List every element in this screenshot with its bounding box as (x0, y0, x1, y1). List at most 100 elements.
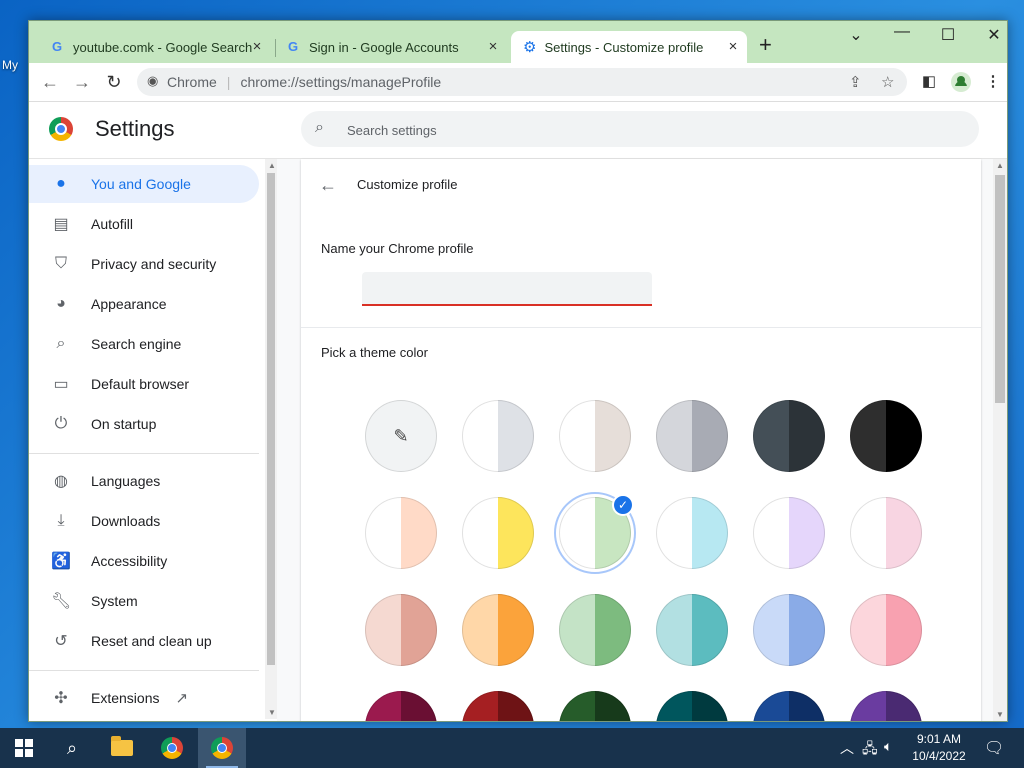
tab-settings[interactable]: ⚙ Settings - Customize profile × (511, 31, 747, 63)
maximize-button[interactable]: ☐ (933, 25, 963, 45)
search-icon[interactable]: ⌕ (48, 728, 96, 768)
globe-icon: ◍ (54, 473, 68, 490)
sidebar-item-accessibility[interactable]: ♿ Accessibility (29, 542, 259, 580)
clock-time: 9:01 AM (916, 732, 962, 746)
theme-swatch-green[interactable] (559, 594, 631, 666)
search-settings-input[interactable] (345, 111, 949, 149)
theme-swatch-black[interactable] (850, 400, 922, 472)
back-arrow-icon[interactable]: ← (319, 175, 337, 196)
sidebar-item-autofill[interactable]: ▤ Autofill (29, 205, 259, 243)
browser-toolbar: ← → ↻ ◉ Chrome | chrome://settings/manag… (29, 63, 1007, 102)
sidebar-item-privacy[interactable]: ⛉ Privacy and security (29, 245, 259, 283)
sidebar-scroll-thumb[interactable] (267, 173, 275, 665)
person-icon: ● (56, 175, 66, 192)
theme-swatch-orange[interactable] (462, 594, 534, 666)
sidebar-item-system[interactable]: 🔧︎ System (29, 582, 259, 620)
theme-swatch-navy[interactable] (753, 691, 825, 721)
file-explorer-icon[interactable] (98, 728, 146, 768)
theme-swatch-pink[interactable] (850, 594, 922, 666)
new-tab-button[interactable]: + (759, 34, 772, 56)
theme-swatch-slate[interactable] (753, 400, 825, 472)
checkmark-icon: ✓ (612, 494, 634, 516)
sidebar-item-search-engine[interactable]: ⌕ Search engine (29, 325, 259, 363)
sidebar-scrollbar[interactable]: ▲ ▼ (265, 159, 277, 719)
tab-title: Settings - Customize profile (544, 39, 704, 55)
tab-strip: G youtube.comk - Google Search × G Sign … (29, 21, 1007, 63)
sidebar-item-languages[interactable]: ◍ Languages (29, 462, 259, 500)
google-g-icon: G (287, 39, 299, 54)
theme-swatch-beige[interactable] (559, 400, 631, 472)
sidebar-item-extensions[interactable]: ✣ Extensions ↗ (29, 679, 259, 717)
sidebar-item-appearance[interactable]: ◕ Appearance (29, 285, 259, 323)
theme-swatch-dark-green[interactable] (559, 691, 631, 721)
bookmark-star-icon[interactable]: ☆ (881, 73, 894, 91)
minimize-button[interactable]: — (887, 23, 917, 41)
more-menu-icon[interactable]: ⋮ (983, 72, 1003, 92)
theme-swatch-light-pink[interactable] (850, 497, 922, 569)
profile-name-input[interactable] (362, 272, 652, 306)
scroll-up-arrow-icon[interactable]: ▲ (268, 161, 276, 170)
theme-swatch-blue[interactable] (753, 594, 825, 666)
url-text[interactable]: chrome://settings/manageProfile (240, 74, 441, 90)
settings-header: Settings ⌕ (29, 102, 1007, 159)
main-scroll-thumb[interactable] (995, 175, 1005, 403)
theme-swatch-magenta[interactable] (365, 691, 437, 721)
share-icon[interactable]: ⇪ (849, 73, 862, 91)
volume-icon[interactable]: 🔈︎ (884, 738, 892, 755)
theme-swatch-red[interactable] (462, 691, 534, 721)
back-button[interactable]: ← (39, 71, 61, 93)
side-panel-icon[interactable]: ◧ (919, 72, 939, 92)
tab-close-button[interactable]: × (485, 39, 501, 55)
sidebar-item-default-browser[interactable]: ▭ Default browser (29, 365, 259, 403)
sidebar-item-on-startup[interactable]: ⏻ On startup (29, 405, 259, 443)
desktop-icon-label[interactable]: My (2, 58, 18, 72)
main-scrollbar[interactable]: ▲ ▼ (993, 159, 1007, 721)
chevron-up-icon[interactable]: ︿ (840, 738, 854, 758)
search-icon: ⌕ (315, 119, 324, 136)
scroll-down-arrow-icon[interactable]: ▼ (268, 708, 276, 717)
theme-swatch-dark-teal[interactable] (656, 691, 728, 721)
settings-search[interactable]: ⌕ (301, 111, 979, 149)
notification-icon[interactable]: 🗨︎ (984, 738, 1004, 758)
chrome-taskbar-icon-active[interactable] (198, 728, 246, 768)
sidebar-item-label: On startup (91, 416, 157, 432)
customize-profile-card: ← Customize profile Name your Chrome pro… (301, 159, 981, 721)
theme-swatch-peach[interactable] (365, 497, 437, 569)
theme-swatch-custom-color-picker[interactable]: ✎ (365, 400, 437, 472)
theme-swatch-lavender[interactable] (753, 497, 825, 569)
tab-title: youtube.comk - Google Search (73, 39, 253, 55)
windows-start-icon[interactable] (0, 728, 48, 768)
chrome-taskbar-icon[interactable] (148, 728, 196, 768)
accessibility-icon: ♿ (51, 553, 71, 570)
theme-swatch-yellow[interactable] (462, 497, 534, 569)
sidebar-item-you-and-google[interactable]: ● You and Google (29, 165, 259, 203)
sidebar-item-reset[interactable]: ↺ Reset and clean up (29, 622, 259, 660)
close-window-button[interactable]: ✕ (979, 25, 1007, 45)
sidebar-item-label: You and Google (91, 176, 191, 192)
tab-google-search[interactable]: G youtube.comk - Google Search × (45, 31, 271, 63)
tab-search-dropdown-icon[interactable]: ⌄ (841, 25, 871, 45)
tab-google-accounts[interactable]: G Sign in - Google Accounts × (281, 31, 507, 63)
sidebar-item-downloads[interactable]: ⤓ Downloads (29, 502, 259, 540)
scroll-down-arrow-icon[interactable]: ▼ (996, 710, 1004, 719)
reload-button[interactable]: ↻ (103, 71, 125, 93)
taskbar-clock[interactable]: 9:01 AM 10/4/2022 (904, 731, 974, 765)
network-icon[interactable]: 🖧︎ (862, 738, 878, 762)
scroll-up-arrow-icon[interactable]: ▲ (996, 161, 1004, 170)
theme-swatch-default[interactable] (462, 400, 534, 472)
theme-swatch-rose[interactable] (365, 594, 437, 666)
theme-swatch-grey[interactable] (656, 400, 728, 472)
google-g-icon: G (51, 39, 63, 54)
sidebar-item-label: Privacy and security (91, 256, 217, 272)
theme-swatch-teal[interactable] (656, 594, 728, 666)
tab-close-button[interactable]: × (725, 39, 741, 55)
theme-swatch-light-cyan[interactable] (656, 497, 728, 569)
address-bar[interactable]: ◉ Chrome | chrome://settings/manageProfi… (137, 68, 907, 96)
taskbar: ⌕ ︿ 🖧︎ 🔈︎ 9:01 AM 10/4/2022 🗨︎ (0, 728, 1024, 768)
profile-avatar-icon[interactable] (951, 72, 971, 92)
sidebar-item-label: Search engine (91, 336, 182, 352)
tab-close-button[interactable]: × (249, 39, 265, 55)
theme-swatch-purple[interactable] (850, 691, 922, 721)
theme-swatch-light-green[interactable]: ✓ (554, 492, 636, 574)
forward-button[interactable]: → (71, 71, 93, 93)
